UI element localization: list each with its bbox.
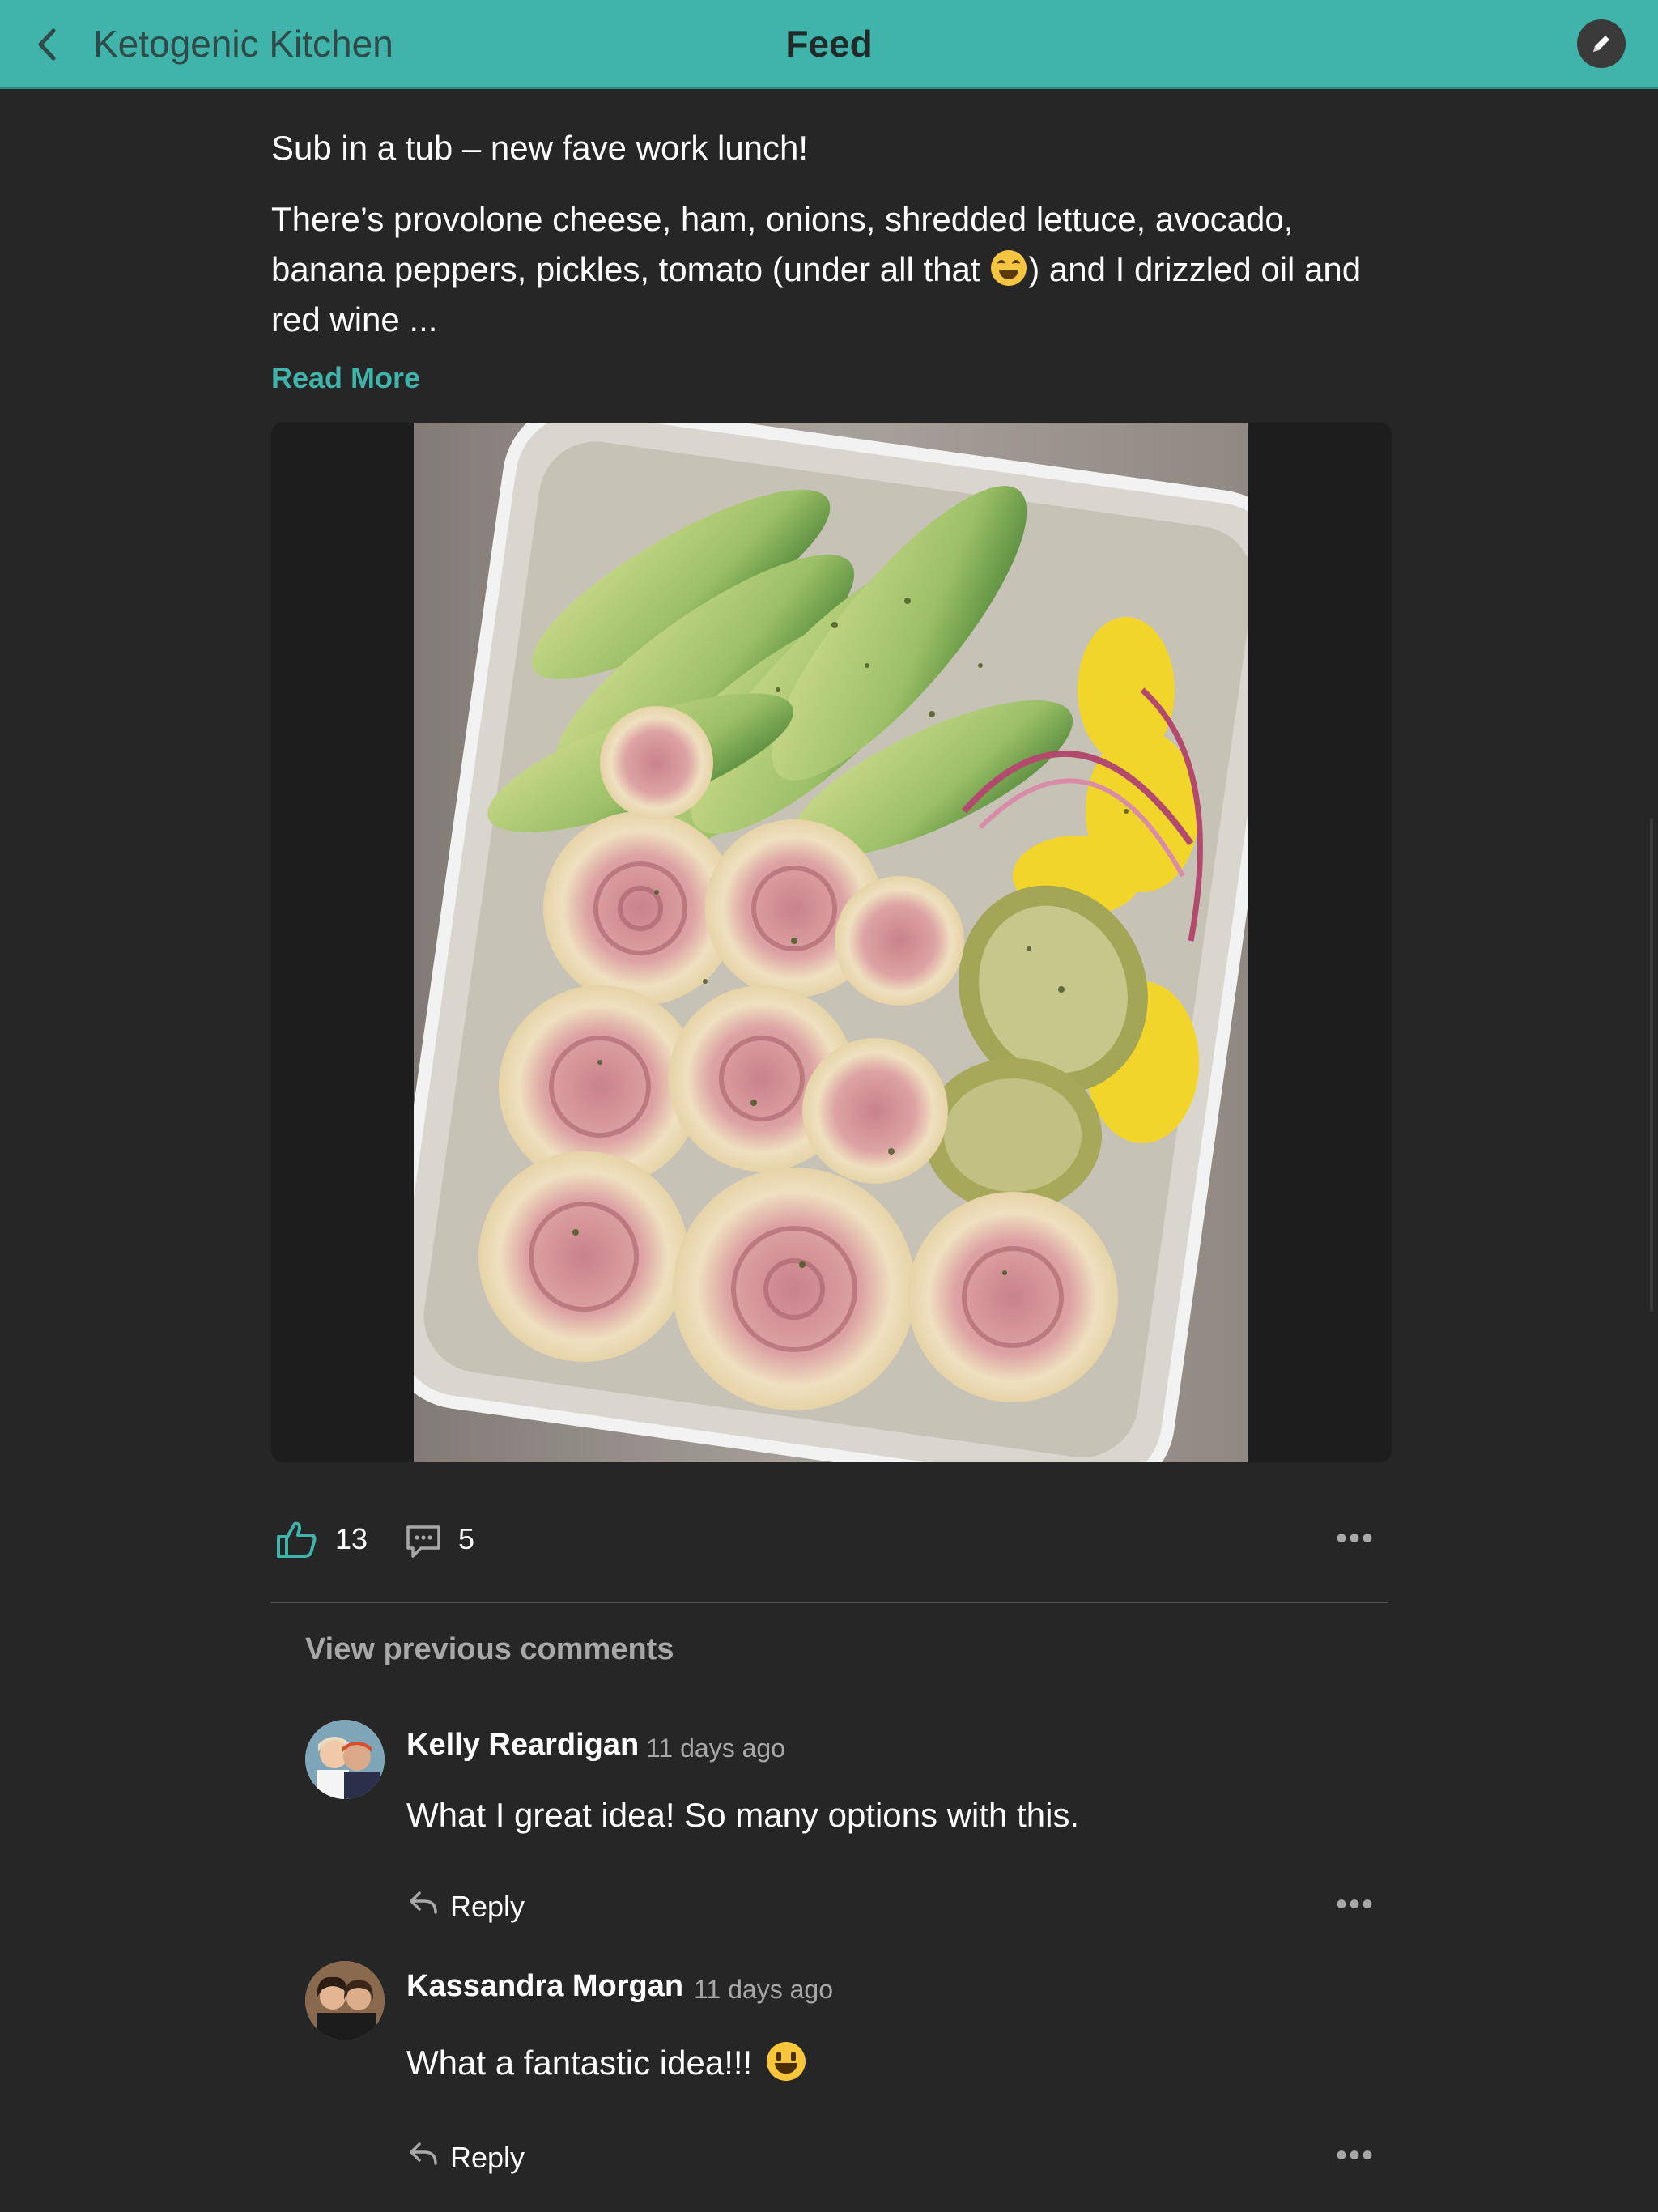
comment-author-name[interactable]: Kelly Reardigan	[406, 1728, 639, 1763]
reply-button[interactable]: Reply	[450, 2141, 525, 2175]
comment-timestamp: 11 days ago	[646, 1733, 785, 1763]
compose-button[interactable]	[1577, 19, 1626, 68]
comment-count: 5	[458, 1522, 475, 1555]
comment-text-content: What a fantastic idea!!!	[406, 2044, 753, 2082]
reply-arrow-icon[interactable]	[408, 1890, 439, 1916]
comment-text: What a fantastic idea!!!	[406, 2040, 806, 2086]
group-name-link[interactable]: Ketogenic Kitchen	[93, 21, 393, 66]
like-count: 13	[335, 1522, 368, 1555]
view-previous-comments-link[interactable]: View previous comments	[305, 1632, 674, 1667]
comment-bubble-icon[interactable]	[405, 1522, 442, 1559]
post-title: Sub in a tub – new fave work lunch!	[271, 129, 809, 167]
comment-author-name[interactable]: Kassandra Morgan	[406, 1969, 683, 2004]
divider	[271, 1602, 1388, 1603]
post-image-container[interactable]	[271, 423, 1392, 1462]
comment-more-options-button[interactable]: •••	[1336, 2138, 1375, 2174]
top-navigation-bar: Ketogenic Kitchen Feed	[0, 0, 1658, 89]
pencil-icon	[1593, 36, 1609, 52]
avatar-photo	[305, 1961, 385, 2040]
comment-text: What I great idea! So many options with …	[406, 1796, 1080, 1834]
scrollbar[interactable]	[1650, 818, 1653, 1312]
smiley-emoji-icon	[766, 2042, 806, 2081]
avatar-photo	[305, 1720, 385, 1799]
reply-arrow-icon[interactable]	[408, 2141, 439, 2167]
post-more-options-button[interactable]: •••	[1336, 1521, 1375, 1557]
post-body: There’s provolone cheese, ham, onions, s…	[271, 194, 1388, 345]
avatar[interactable]	[305, 1720, 385, 1799]
back-chevron-icon[interactable]	[32, 24, 62, 65]
avatar[interactable]	[305, 1961, 385, 2040]
comment-more-options-button[interactable]: •••	[1336, 1887, 1375, 1923]
thumbs-up-icon[interactable]	[275, 1519, 317, 1559]
comment-timestamp: 11 days ago	[694, 1975, 833, 2004]
page-title-text: Feed	[785, 23, 873, 65]
post-photo[interactable]	[414, 423, 1248, 1462]
reply-button[interactable]: Reply	[450, 1890, 525, 1924]
laughing-emoji-icon	[991, 250, 1027, 286]
read-more-link[interactable]: Read More	[271, 361, 420, 395]
